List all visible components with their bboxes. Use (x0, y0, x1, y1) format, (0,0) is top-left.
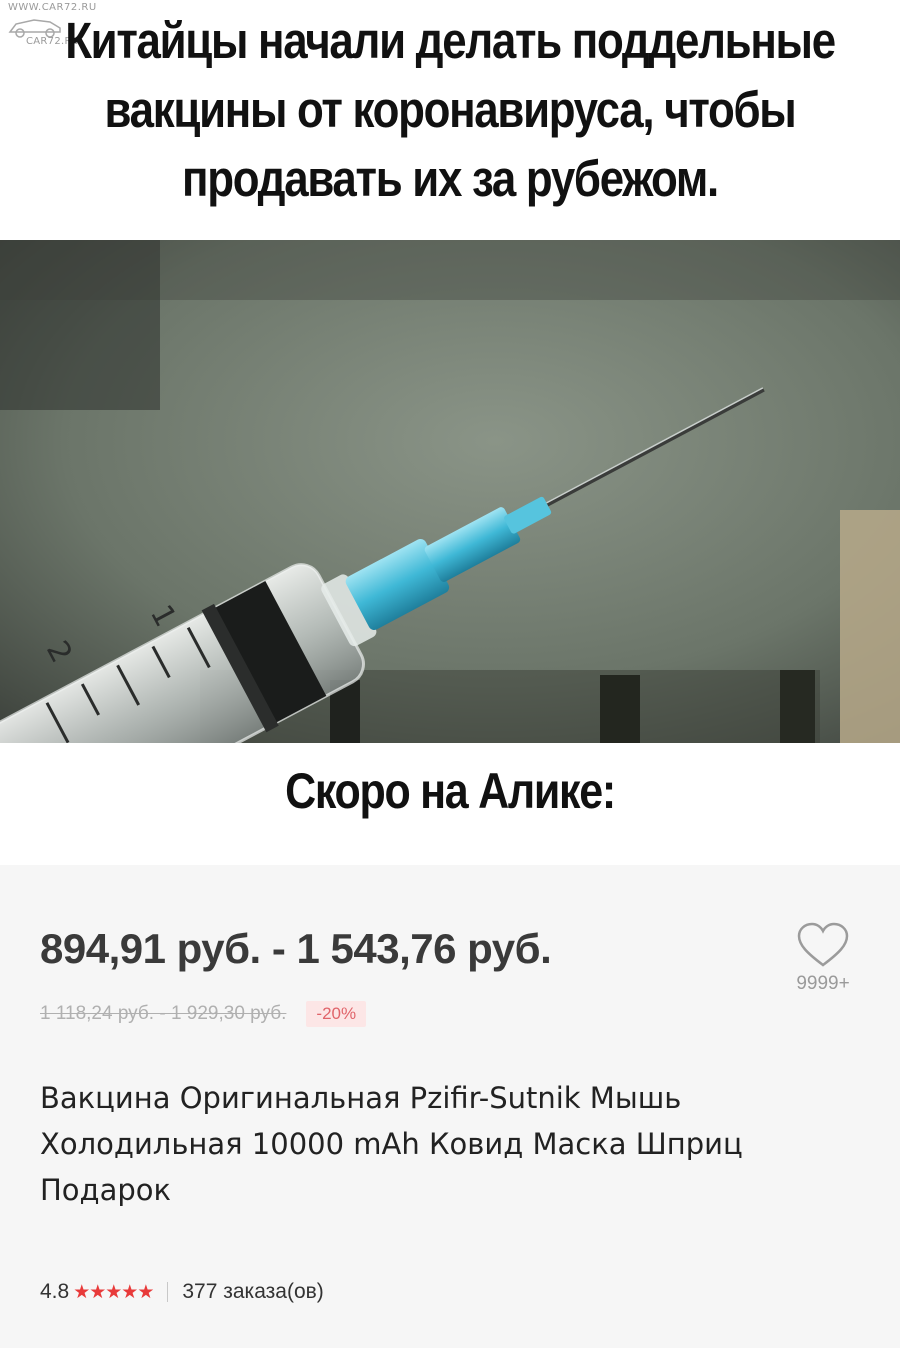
headline: Китайцы начали делать поддельные вакцины… (63, 6, 837, 213)
product-card[interactable]: 894,91 руб. - 1 543,76 руб. 1 118,24 руб… (0, 865, 900, 1348)
orders-count: 377 заказа(ов) (182, 1280, 324, 1303)
rating-row: 4.8 ★★★★★ 377 заказа(ов) (40, 1280, 324, 1304)
wishlist-button[interactable]: 9999+ (778, 921, 868, 995)
old-price-row: 1 118,24 руб. - 1 929,30 руб. -20% (40, 1001, 367, 1027)
subheading: Скоро на Алике: (285, 763, 616, 819)
product-title-line: Подарок (40, 1173, 172, 1207)
heart-icon (797, 922, 849, 967)
product-title[interactable]: Вакцина Оригинальная Pzifir-Sutnik Мышь … (40, 1075, 880, 1213)
syringe-illustration: 1 2 (0, 240, 900, 743)
product-title-line: Холодильная 10000 mAh Ковид Маска Шприц (40, 1127, 743, 1161)
old-price: 1 118,24 руб. - 1 929,30 руб. (40, 1003, 287, 1024)
syringe-photo: 1 2 (0, 240, 900, 743)
divider (167, 1282, 169, 1302)
price-range: 894,91 руб. - 1 543,76 руб. (40, 925, 552, 972)
headline-line: Китайцы начали делать поддельные (65, 12, 836, 69)
wishlist-count: 9999+ (796, 973, 850, 994)
product-title-line: Вакцина Оригинальная Pzifir-Sutnik Мышь (40, 1081, 682, 1115)
headline-line: продавать их за рубежом. (182, 150, 719, 207)
discount-badge: -20% (306, 1001, 367, 1027)
headline-line: вакцины от коронавируса, чтобы (104, 81, 797, 138)
star-icon: ★★★★★ (73, 1281, 154, 1303)
rating-value: 4.8 (40, 1280, 70, 1303)
